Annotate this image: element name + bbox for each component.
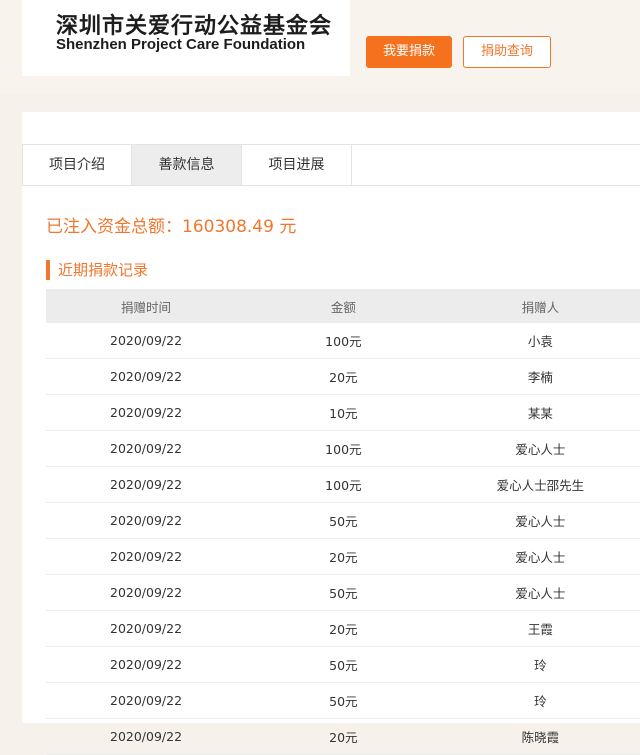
- cell-donor: 爱心人士邵先生: [440, 466, 640, 503]
- foundation-logo[interactable]: 深圳市关爱行动公益基金会 Shenzhen Project Care Found…: [22, 0, 350, 76]
- cell-amount: 50元: [246, 646, 441, 683]
- recent-donations-title: 近期捐款记录: [46, 260, 148, 280]
- cell-donor: 爱心人士: [440, 502, 640, 539]
- cell-time: 2020/09/22: [46, 323, 247, 359]
- table-row: 2020/09/22 50元 爱心人士: [46, 502, 640, 539]
- cell-donor: 爱心人士: [440, 430, 640, 467]
- column-header-amount: 金额: [246, 289, 441, 323]
- cell-time: 2020/09/22: [46, 466, 247, 503]
- cell-donor: 玲: [440, 646, 640, 683]
- table-row: 2020/09/22 100元 爱心人士: [46, 430, 640, 467]
- table-row: 2020/09/22 20元 爱心人士: [46, 538, 640, 575]
- cell-amount: 50元: [246, 502, 441, 539]
- table-row: 2020/09/22 20元 陈晓霞: [46, 718, 640, 755]
- project-tabs: 项目介绍 善款信息 项目进展: [22, 144, 640, 186]
- cell-time: 2020/09/22: [46, 358, 247, 395]
- donate-button[interactable]: 我要捐款: [366, 36, 452, 68]
- cell-time: 2020/09/22: [46, 574, 247, 611]
- cell-amount: 20元: [246, 610, 441, 647]
- cell-donor: 陈晓霞: [440, 718, 640, 755]
- table-row: 2020/09/22 50元 爱心人士: [46, 574, 640, 611]
- cell-donor: 爱心人士: [440, 574, 640, 611]
- cell-donor: 玲: [440, 682, 640, 719]
- project-panel: 项目介绍 善款信息 项目进展 已注入资金总额：160308.49 元 近期捐款记…: [22, 112, 640, 755]
- cell-amount: 50元: [246, 682, 441, 719]
- cell-amount: 20元: [246, 718, 441, 755]
- cell-time: 2020/09/22: [46, 538, 247, 575]
- cell-time: 2020/09/22: [46, 682, 247, 719]
- cell-time: 2020/09/22: [46, 502, 247, 539]
- table-header-row: 捐赠时间 金额 捐赠人: [46, 289, 640, 323]
- tab-project-intro[interactable]: 项目介绍: [22, 145, 132, 185]
- cell-amount: 100元: [246, 466, 441, 503]
- cell-time: 2020/09/22: [46, 394, 247, 431]
- donation-records-table: 捐赠时间 金额 捐赠人 2020/09/22 100元 小袁 2020/09/22 20…: [46, 289, 640, 755]
- table-row: 2020/09/22 20元 李楠: [46, 358, 640, 395]
- cell-donor: 爱心人士: [440, 538, 640, 575]
- cell-donor: 李楠: [440, 358, 640, 395]
- fund-total: 已注入资金总额：160308.49 元: [46, 217, 297, 237]
- cell-amount: 100元: [246, 323, 441, 359]
- donation-query-button[interactable]: 捐助查询: [463, 36, 551, 68]
- cell-amount: 10元: [246, 394, 441, 431]
- column-header-time: 捐赠时间: [46, 289, 247, 323]
- table-row: 2020/09/22 10元 某某: [46, 394, 640, 431]
- table-row: 2020/09/22 50元玲: [46, 682, 640, 719]
- cell-time: 2020/09/22: [46, 718, 247, 755]
- cell-amount: 100元: [246, 430, 441, 467]
- cell-time: 2020/09/22: [46, 610, 247, 647]
- cell-donor: 小袁: [440, 323, 640, 359]
- table-row: 2020/09/22 50元玲: [46, 646, 640, 683]
- cell-time: 2020/09/22: [46, 430, 247, 467]
- site-header: 深圳市关爱行动公益基金会 Shenzhen Project Care Found…: [0, 0, 640, 94]
- table-row: 2020/09/22 100元 小袁: [46, 323, 640, 359]
- cell-amount: 20元: [246, 358, 441, 395]
- tab-project-progress[interactable]: 项目进展: [242, 145, 352, 185]
- table-row: 2020/09/22 100元 爱心人士邵先生: [46, 466, 640, 503]
- cell-amount: 20元: [246, 538, 441, 575]
- cell-donor: 王霞: [440, 610, 640, 647]
- table-row: 2020/09/22 20元 王霞: [46, 610, 640, 647]
- cell-donor: 某某: [440, 394, 640, 431]
- logo-english-name: Shenzhen Project Care Foundation: [56, 36, 306, 53]
- column-header-donor: 捐赠人: [440, 289, 640, 323]
- cell-amount: 50元: [246, 574, 441, 611]
- tab-fund-info[interactable]: 善款信息: [132, 145, 242, 185]
- cell-time: 2020/09/22: [46, 646, 247, 683]
- table-body: 2020/09/22 100元 小袁 2020/09/22 20元 李楠 2020/09/2…: [46, 323, 640, 755]
